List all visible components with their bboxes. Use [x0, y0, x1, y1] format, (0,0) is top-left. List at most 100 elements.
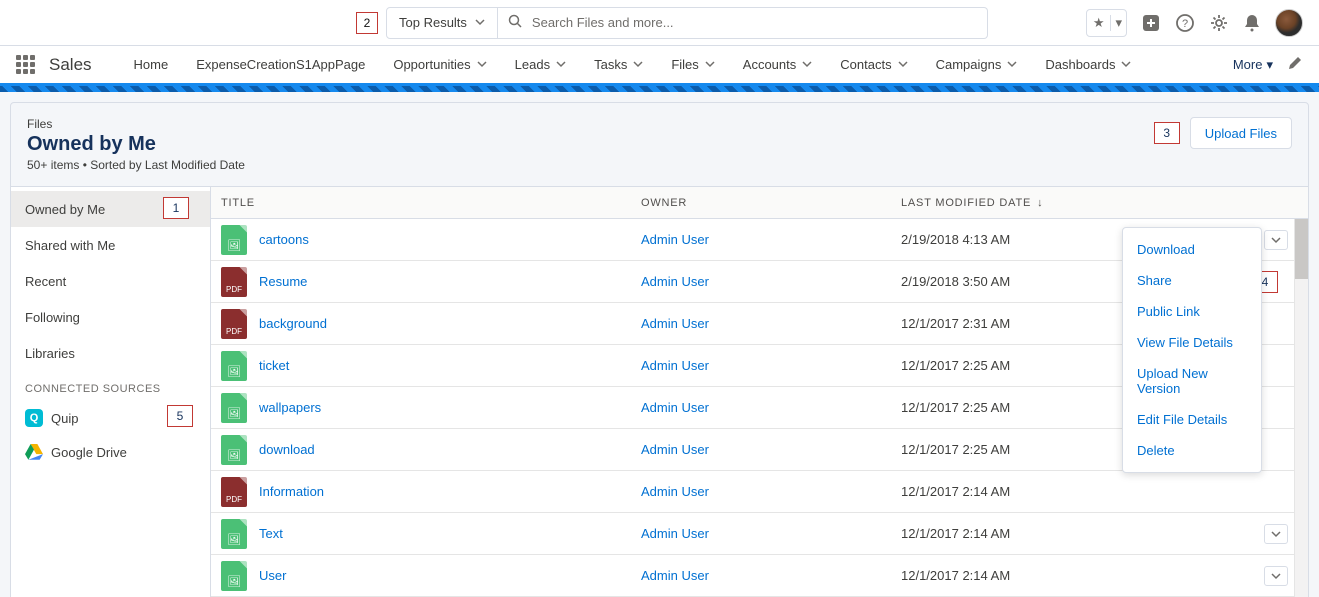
column-date[interactable]: LAST MODIFIED DATE↓ — [891, 197, 1151, 209]
search-group: 2 Top Results — [356, 7, 988, 39]
file-title-link[interactable]: Resume — [259, 274, 307, 289]
scrollbar[interactable] — [1294, 219, 1308, 597]
nav-item-leads[interactable]: Leads — [501, 46, 580, 86]
table: TITLE OWNER LAST MODIFIED DATE↓ 🖼 cartoon… — [211, 187, 1308, 597]
dropdown-item-download[interactable]: Download — [1123, 234, 1261, 265]
modified-date: 12/1/2017 2:25 AM — [891, 400, 1151, 415]
top-bar: 2 Top Results ★ ▾ ? — [0, 0, 1319, 46]
nav-item-campaigns[interactable]: Campaigns — [922, 46, 1032, 86]
row-menu-button[interactable] — [1264, 524, 1288, 544]
svg-text:?: ? — [1182, 18, 1188, 30]
owner-link[interactable]: Admin User — [641, 232, 709, 247]
file-title-link[interactable]: Information — [259, 484, 324, 499]
file-title-link[interactable]: wallpapers — [259, 400, 321, 415]
favorites-button[interactable]: ★ ▾ — [1086, 9, 1127, 37]
content: Owned by MeShared with MeRecentFollowing… — [10, 187, 1309, 597]
chevron-down-icon — [477, 57, 487, 72]
nav-item-contacts[interactable]: Contacts — [826, 46, 921, 86]
owner-link[interactable]: Admin User — [641, 400, 709, 415]
chevron-down-icon — [1007, 57, 1017, 72]
dropdown-item-public-link[interactable]: Public Link — [1123, 296, 1261, 327]
search-input[interactable] — [532, 15, 977, 30]
dropdown-item-delete[interactable]: Delete — [1123, 435, 1261, 466]
connected-source-google-drive[interactable]: Google Drive — [11, 435, 210, 469]
table-row: PDFInformationAdmin User12/1/2017 2:14 A… — [211, 471, 1308, 513]
modified-date: 12/1/2017 2:25 AM — [891, 442, 1151, 457]
dropdown-item-share[interactable]: Share — [1123, 265, 1261, 296]
file-title-link[interactable]: cartoons — [259, 232, 309, 247]
help-icon[interactable]: ? — [1175, 13, 1195, 33]
breadcrumb: Files — [27, 117, 245, 131]
top-results-button[interactable]: Top Results — [386, 7, 498, 39]
modified-date: 12/1/2017 2:14 AM — [891, 484, 1151, 499]
nav-item-home[interactable]: Home — [120, 46, 183, 86]
sidebar-item-libraries[interactable]: Libraries — [11, 335, 210, 371]
nav-item-expensecreations1apppage[interactable]: ExpenseCreationS1AppPage — [182, 46, 379, 86]
file-title-link[interactable]: background — [259, 316, 327, 331]
more-link[interactable]: More▾ — [1233, 57, 1273, 73]
modified-date: 12/1/2017 2:14 AM — [891, 526, 1151, 541]
nav-item-opportunities[interactable]: Opportunities — [379, 46, 500, 86]
file-title-link[interactable]: Text — [259, 526, 283, 541]
row-menu-button[interactable] — [1264, 230, 1288, 250]
owner-link[interactable]: Admin User — [641, 526, 709, 541]
column-owner[interactable]: OWNER — [631, 197, 891, 209]
modified-date: 2/19/2018 4:13 AM — [891, 232, 1151, 247]
modified-date: 12/1/2017 2:25 AM — [891, 358, 1151, 373]
pencil-icon[interactable] — [1287, 55, 1303, 74]
image-file-icon: 🖼 — [221, 561, 247, 591]
add-icon[interactable] — [1141, 13, 1161, 33]
nav-item-accounts[interactable]: Accounts — [729, 46, 826, 86]
image-file-icon: 🖼 — [221, 393, 247, 423]
owner-link[interactable]: Admin User — [641, 442, 709, 457]
page-subtitle: 50+ items • Sorted by Last Modified Date — [27, 158, 245, 172]
column-title[interactable]: TITLE — [211, 197, 631, 209]
gear-icon[interactable] — [1209, 13, 1229, 33]
chevron-down-icon: ▾ — [1266, 57, 1273, 73]
nav-item-tasks[interactable]: Tasks — [580, 46, 657, 86]
file-title-link[interactable]: ticket — [259, 358, 289, 373]
owner-link[interactable]: Admin User — [641, 316, 709, 331]
nav-bar: Sales HomeExpenseCreationS1AppPageOpport… — [0, 46, 1319, 86]
chevron-down-icon — [705, 57, 715, 72]
nav-items: HomeExpenseCreationS1AppPageOpportunitie… — [120, 46, 1146, 83]
owner-link[interactable]: Admin User — [641, 274, 709, 289]
app-name: Sales — [49, 55, 92, 75]
top-right: ★ ▾ ? — [1086, 9, 1303, 37]
modified-date: 2/19/2018 3:50 AM — [891, 274, 1151, 289]
connected-sources-heading: CONNECTED SOURCES — [11, 371, 210, 401]
annotation-2: 2 — [356, 12, 378, 34]
chevron-down-icon — [1121, 57, 1131, 72]
owner-link[interactable]: Admin User — [641, 568, 709, 583]
bell-icon[interactable] — [1243, 13, 1261, 33]
app-launcher-icon[interactable] — [16, 55, 35, 74]
avatar[interactable] — [1275, 9, 1303, 37]
sidebar: Owned by MeShared with MeRecentFollowing… — [11, 187, 211, 597]
dropdown-item-edit-file-details[interactable]: Edit File Details — [1123, 404, 1261, 435]
search-box[interactable] — [498, 7, 988, 39]
annotation-3: 3 — [1154, 122, 1180, 144]
annotation-5: 5 — [167, 405, 193, 427]
pdf-file-icon: PDF — [221, 267, 247, 297]
sidebar-item-recent[interactable]: Recent — [11, 263, 210, 299]
table-row: 🖼 User Admin User 12/1/2017 2:14 AM — [211, 555, 1308, 597]
sidebar-item-shared-with-me[interactable]: Shared with Me — [11, 227, 210, 263]
nav-item-dashboards[interactable]: Dashboards — [1031, 46, 1145, 86]
table-header: TITLE OWNER LAST MODIFIED DATE↓ — [211, 187, 1308, 219]
dropdown-item-upload-new-version[interactable]: Upload New Version — [1123, 358, 1261, 404]
nav-item-files[interactable]: Files — [657, 46, 728, 86]
chevron-down-icon — [475, 15, 485, 30]
modified-date: 12/1/2017 2:14 AM — [891, 568, 1151, 583]
owner-link[interactable]: Admin User — [641, 484, 709, 499]
scroll-thumb[interactable] — [1295, 219, 1308, 279]
row-menu-button[interactable] — [1264, 566, 1288, 586]
sidebar-item-following[interactable]: Following — [11, 299, 210, 335]
image-file-icon: 🖼 — [221, 225, 247, 255]
file-title-link[interactable]: download — [259, 442, 315, 457]
chevron-down-icon — [556, 57, 566, 72]
owner-link[interactable]: Admin User — [641, 358, 709, 373]
dropdown-item-view-file-details[interactable]: View File Details — [1123, 327, 1261, 358]
chevron-down-icon — [633, 57, 643, 72]
upload-files-button[interactable]: Upload Files — [1190, 117, 1292, 149]
file-title-link[interactable]: User — [259, 568, 286, 583]
